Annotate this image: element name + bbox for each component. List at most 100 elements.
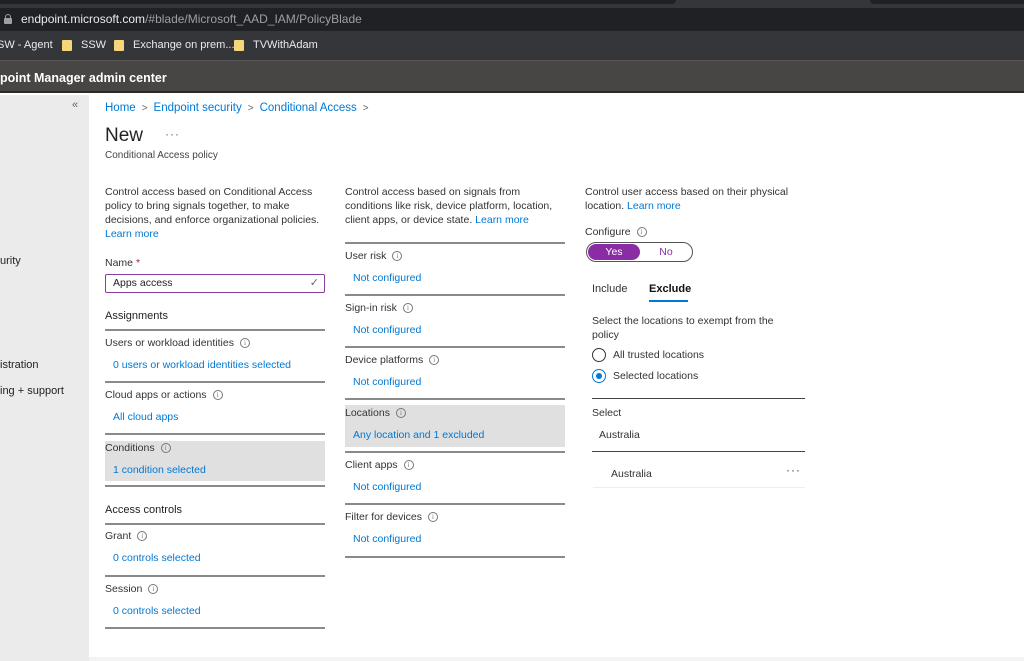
learn-more-link[interactable]: Learn more — [475, 214, 529, 226]
name-label: Name * — [105, 257, 141, 269]
portal-header: point Manager admin center — [0, 60, 1024, 93]
bookmarks-bar: SW - Agent SSW Exchange on prem... TVWit… — [0, 31, 1024, 60]
device-platforms-value[interactable]: Not configured — [353, 376, 421, 388]
condition-device-platforms[interactable]: Device platforms i Not configured — [345, 348, 565, 398]
checkmark-icon: ✓ — [309, 277, 319, 289]
conditions-description: Control access based on signals from con… — [345, 186, 553, 226]
learn-more-link[interactable]: Learn more — [105, 228, 159, 240]
bottom-edge — [89, 657, 1024, 661]
radio-unchecked-icon — [592, 348, 606, 362]
bookmark-folder[interactable]: TVWithAdam — [234, 39, 318, 51]
tab-include[interactable]: Include — [592, 283, 627, 295]
portal-title[interactable]: point Manager admin center — [0, 71, 167, 85]
lock-icon[interactable] — [4, 14, 12, 24]
divider — [592, 451, 805, 452]
condition-filter-devices[interactable]: Filter for devices i Not configured — [345, 505, 565, 555]
page-title: New — [105, 125, 144, 146]
browser-tab[interactable] — [870, 0, 1024, 4]
assignment-users[interactable]: Users or workload identities i 0 users or… — [105, 331, 325, 381]
info-icon[interactable]: i — [160, 443, 171, 454]
chevron-right-icon: > — [362, 103, 369, 114]
info-icon[interactable]: i — [148, 584, 159, 595]
breadcrumb-conditional-access[interactable]: Conditional Access — [260, 102, 357, 114]
assignment-cloud-apps[interactable]: Cloud apps or actions i All cloud apps — [105, 383, 325, 433]
configure-label: Configure i — [585, 226, 647, 238]
page-subtitle: Conditional Access policy — [105, 150, 218, 161]
learn-more-link[interactable]: Learn more — [627, 200, 681, 212]
sidebar-item-troubleshooting-support[interactable]: ing + support — [0, 385, 64, 397]
sidebar-item-endpoint-security[interactable]: urity — [0, 255, 21, 267]
radio-all-trusted-locations[interactable]: All trusted locations — [592, 348, 704, 362]
locations-description: Control user access based on their physi… — [585, 186, 789, 212]
bookmark-folder[interactable]: Exchange on prem... — [114, 39, 235, 51]
info-icon[interactable]: i — [212, 390, 223, 401]
assignment-conditions[interactable]: Conditions i 1 condition selected — [105, 441, 325, 481]
condition-client-apps[interactable]: Client apps i Not configured — [345, 453, 565, 503]
name-input[interactable]: Apps access ✓ — [105, 274, 325, 293]
breadcrumb: Home > Endpoint security > Conditional Acces… — [105, 102, 375, 114]
filter-devices-value[interactable]: Not configured — [353, 533, 421, 545]
info-icon[interactable]: i — [239, 338, 250, 349]
access-grant[interactable]: Grant i 0 controls selected — [105, 524, 325, 574]
collapse-sidebar-icon[interactable]: « — [72, 99, 78, 111]
folder-icon — [234, 39, 244, 51]
client-apps-value[interactable]: Not configured — [353, 481, 421, 493]
folder-icon — [62, 39, 72, 51]
chevron-right-icon: > — [141, 103, 148, 114]
configure-toggle[interactable]: Yes No — [586, 242, 693, 262]
chevron-right-icon: > — [247, 103, 254, 114]
browser-tab[interactable] — [0, 0, 676, 4]
info-icon[interactable]: i — [428, 512, 439, 523]
more-options-icon[interactable]: ··· — [165, 127, 180, 141]
condition-user-risk[interactable]: User risk i Not configured — [345, 244, 565, 294]
breadcrumb-endpoint-security[interactable]: Endpoint security — [154, 102, 242, 114]
address-bar[interactable]: endpoint.microsoft.com/#blade/Microsoft_… — [0, 8, 1024, 31]
select-label: Select — [592, 407, 622, 419]
access-session[interactable]: Session i 0 controls selected — [105, 577, 325, 627]
info-icon[interactable]: i — [429, 355, 440, 366]
active-tab-indicator — [649, 300, 688, 302]
assignments-heading: Assignments — [105, 310, 168, 322]
conditions-selection-link[interactable]: 1 condition selected — [113, 464, 206, 476]
policy-description: Control access based on Conditional Acce… — [105, 186, 320, 240]
exempt-description: Select the locations to exempt from the … — [592, 315, 774, 341]
divider — [105, 485, 325, 487]
more-options-icon[interactable]: ··· — [786, 463, 801, 477]
radio-checked-icon — [592, 369, 606, 383]
locations-value[interactable]: Any location and 1 excluded — [353, 429, 484, 441]
divider — [105, 627, 325, 629]
info-icon[interactable]: i — [402, 303, 413, 314]
info-icon[interactable]: i — [137, 531, 148, 542]
breadcrumb-home[interactable]: Home — [105, 102, 136, 114]
toggle-yes[interactable]: Yes — [588, 244, 640, 260]
condition-locations[interactable]: Locations i Any location and 1 excluded — [345, 405, 565, 447]
access-controls-heading: Access controls — [105, 504, 183, 516]
divider — [345, 398, 565, 400]
browser-tab-strip — [0, 0, 1024, 8]
sidebar: « urity istration ing + support — [0, 95, 89, 661]
select-locations-link[interactable]: Australia — [599, 429, 640, 441]
info-icon[interactable]: i — [392, 251, 403, 262]
session-controls-link[interactable]: 0 controls selected — [113, 605, 201, 617]
sidebar-item-tenant-administration[interactable]: istration — [0, 359, 39, 371]
info-icon[interactable]: i — [403, 460, 414, 471]
condition-sign-in-risk[interactable]: Sign-in risk i Not configured — [345, 296, 565, 346]
bookmark-item[interactable]: SW - Agent — [0, 39, 53, 51]
divider — [592, 398, 805, 399]
radio-selected-locations[interactable]: Selected locations — [592, 369, 698, 383]
divider — [105, 433, 325, 435]
selected-location-item: Australia ··· — [593, 458, 805, 488]
toggle-no[interactable]: No — [641, 244, 691, 260]
user-risk-value[interactable]: Not configured — [353, 272, 421, 284]
sign-in-risk-value[interactable]: Not configured — [353, 324, 421, 336]
info-icon[interactable]: i — [636, 227, 647, 238]
folder-icon — [114, 39, 124, 51]
url-text[interactable]: endpoint.microsoft.com/#blade/Microsoft_… — [21, 12, 362, 26]
info-icon[interactable]: i — [395, 408, 406, 419]
grant-controls-link[interactable]: 0 controls selected — [113, 552, 201, 564]
tab-exclude[interactable]: Exclude — [649, 283, 691, 295]
users-selection-link[interactable]: 0 users or workload identities selected — [113, 359, 291, 371]
bookmark-folder[interactable]: SSW — [62, 39, 106, 51]
divider — [345, 556, 565, 558]
cloud-apps-selection-link[interactable]: All cloud apps — [113, 411, 178, 423]
